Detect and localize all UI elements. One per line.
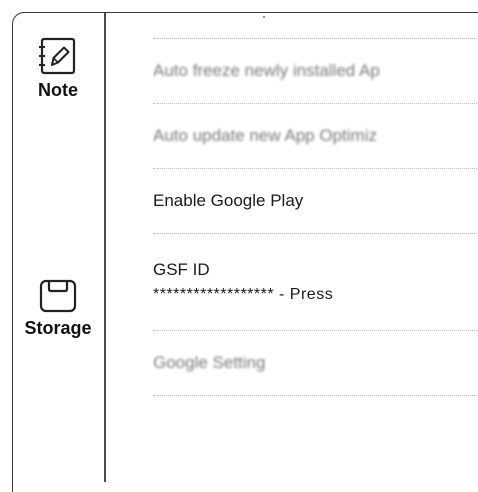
sidebar-item-label: Storage: [24, 318, 92, 338]
scroll-indicator: [263, 16, 265, 18]
auto-freeze-setting[interactable]: Auto freeze newly installed Ap: [153, 39, 478, 103]
notebook-pen-icon: [39, 37, 76, 75]
gsf-id-value: ****************** - Press: [153, 286, 334, 303]
separator: [153, 395, 478, 396]
sidebar-divider: [104, 13, 106, 482]
settings-list: Auto freeze newly installed Ap Auto upda…: [153, 38, 478, 396]
setting-label: Google Setting: [153, 353, 266, 372]
setting-label: Auto update new App Optimiz: [153, 126, 377, 145]
sidebar-item-storage[interactable]: Storage: [12, 278, 104, 339]
enable-google-play-setting[interactable]: Enable Google Play: [153, 169, 478, 233]
setting-label: Enable Google Play: [153, 191, 304, 210]
google-setting[interactable]: Google Setting: [153, 331, 478, 395]
sidebar-item-label: Note: [38, 80, 78, 100]
setting-label: GSF ID: [153, 260, 210, 279]
sidebar-item-note[interactable]: Note: [12, 36, 104, 101]
setting-label: Auto freeze newly installed Ap: [153, 61, 380, 80]
auto-update-setting[interactable]: Auto update new App Optimiz: [153, 104, 478, 168]
storage-icon: [39, 279, 77, 313]
gsf-id-setting[interactable]: GSF ID ****************** - Press: [153, 234, 478, 330]
